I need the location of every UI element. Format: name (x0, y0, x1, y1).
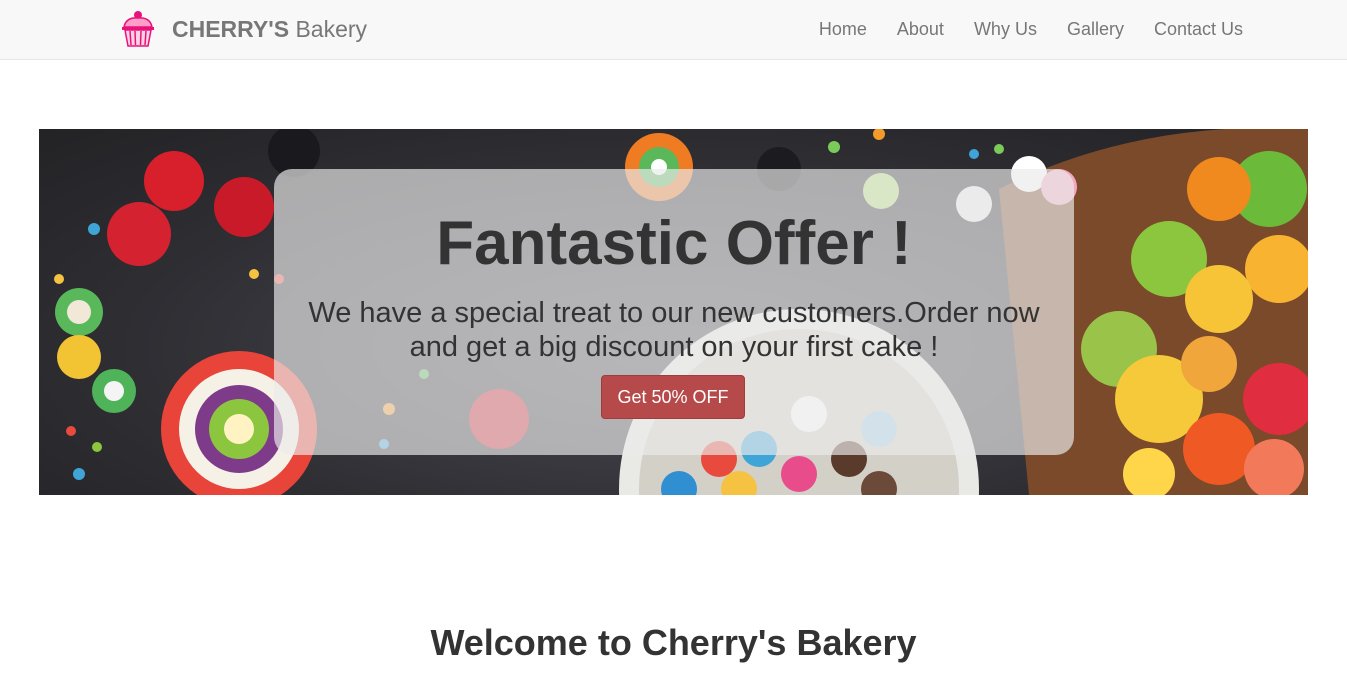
navbar: CHERRY'S Bakery Home About Why Us Galler… (0, 0, 1347, 60)
nav-link-why-us[interactable]: Why Us (974, 19, 1037, 39)
nav-link-contact-us[interactable]: Contact Us (1154, 19, 1243, 39)
nav-link-gallery[interactable]: Gallery (1067, 19, 1124, 39)
nav-item-contact-us: Contact Us (1154, 19, 1243, 40)
nav-link-about[interactable]: About (897, 19, 944, 39)
brand-name: CHERRY'S Bakery (172, 16, 367, 43)
nav-item-home: Home (819, 19, 867, 40)
offer-panel: Fantastic Offer ! We have a special trea… (274, 169, 1074, 455)
offer-title: Fantastic Offer ! (436, 209, 912, 278)
brand-name-light: Bakery (289, 15, 368, 42)
welcome-heading: Welcome to Cherry's Bakery (430, 622, 917, 663)
nav-item-gallery: Gallery (1067, 19, 1124, 40)
get-discount-button[interactable]: Get 50% OFF (601, 375, 745, 419)
brand-link[interactable]: CHERRY'S Bakery (118, 9, 367, 49)
nav-item-about: About (897, 19, 944, 40)
main-nav: Home About Why Us Gallery Contact Us (789, 0, 1243, 59)
cupcake-icon (122, 11, 154, 47)
offer-description: We have a special treat to our new custo… (308, 297, 1040, 363)
nav-item-why-us: Why Us (974, 19, 1037, 40)
brand-name-bold: CHERRY'S (172, 15, 290, 42)
hero-banner: Fantastic Offer ! We have a special trea… (39, 129, 1308, 495)
nav-link-home[interactable]: Home (819, 19, 867, 39)
